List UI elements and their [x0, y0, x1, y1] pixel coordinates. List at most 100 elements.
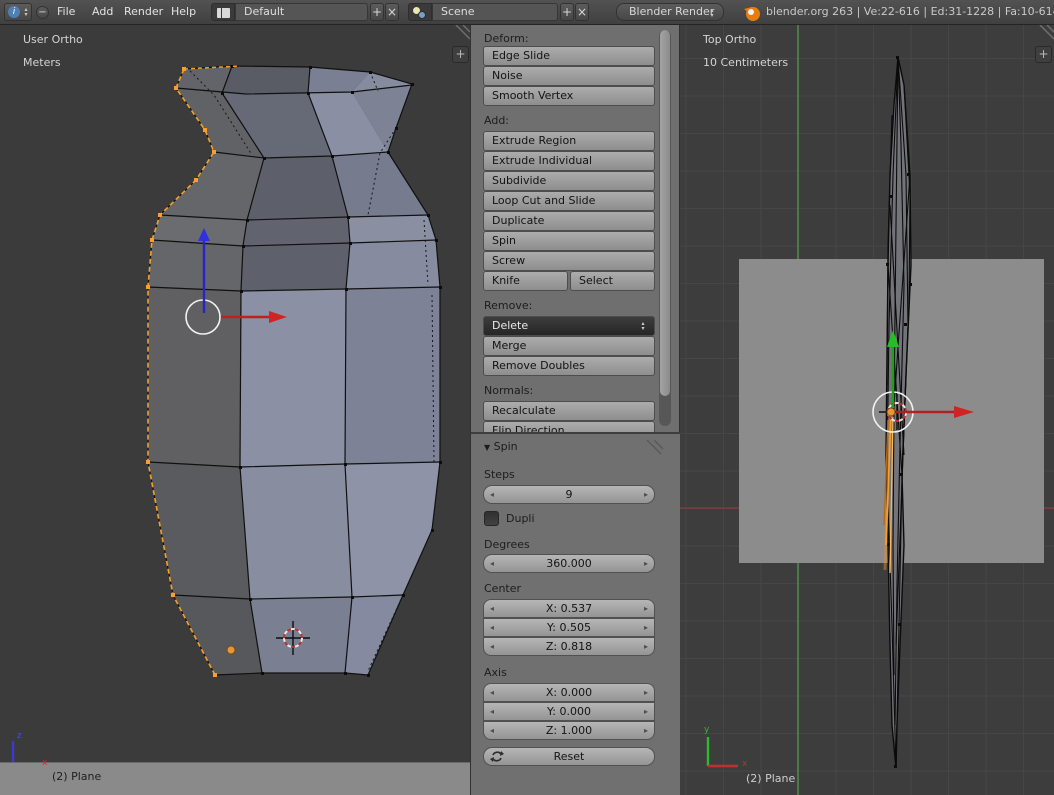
chevron-up-down-icon: ▴▾ [708, 8, 716, 18]
degrees-slider[interactable]: ◂ 360.000 ▸ [483, 554, 655, 573]
edge-slide-button[interactable]: Edge Slide [483, 46, 655, 66]
remove-doubles-button[interactable]: Remove Doubles [483, 356, 655, 376]
increment-icon[interactable]: ▸ [644, 638, 648, 655]
top-view-scene [680, 25, 1054, 795]
loop-cut-and-slide-button[interactable]: Loop Cut and Slide [483, 191, 655, 211]
menu-render[interactable]: Render [124, 5, 163, 18]
view-name-label: User Ortho [23, 33, 83, 46]
decrement-icon[interactable]: ◂ [490, 684, 494, 701]
decrement-icon[interactable]: ◂ [490, 486, 494, 503]
spin-button[interactable]: Spin [483, 231, 655, 251]
decrement-icon[interactable]: ◂ [490, 555, 494, 572]
flip-direction-button[interactable]: Flip Direction [483, 421, 655, 432]
increment-icon[interactable]: ▸ [644, 486, 648, 503]
axis-x-slider[interactable]: ◂X: 0.000▸ [483, 683, 655, 702]
extrude-individual-button[interactable]: Extrude Individual [483, 151, 655, 171]
view-name-label: Top Ortho [703, 33, 756, 46]
reset-button[interactable]: Reset [483, 747, 655, 766]
screw-button[interactable]: Screw [483, 251, 655, 271]
scrollbar-thumb[interactable] [660, 30, 670, 396]
delete-dropdown[interactable]: Delete ▴▾ [483, 316, 655, 336]
recalculate-button[interactable]: Recalculate [483, 401, 655, 421]
info-icon: i [8, 6, 20, 18]
menu-file[interactable]: File [57, 5, 75, 18]
render-engine-dropdown[interactable]: Blender Render ▴▾ [616, 3, 724, 21]
menu-add[interactable]: Add [92, 5, 113, 18]
panel-drag-grip[interactable] [643, 438, 665, 456]
increment-icon[interactable]: ▸ [644, 722, 648, 739]
increment-icon[interactable]: ▸ [644, 703, 648, 720]
select-button[interactable]: Select [570, 271, 655, 291]
increment-icon[interactable]: ▸ [644, 600, 648, 617]
center-z-slider[interactable]: ◂Z: 0.818▸ [483, 637, 655, 656]
chevron-up-down-icon: ▴▾ [22, 7, 30, 17]
y-axis-label: y [704, 725, 709, 735]
knife-button[interactable]: Knife [483, 271, 568, 291]
decrement-icon[interactable]: ◂ [490, 703, 494, 720]
layout-icon [217, 8, 230, 18]
axis-y-slider[interactable]: ◂Y: 0.000▸ [483, 702, 655, 721]
screen-layout-field[interactable]: Default [235, 3, 368, 21]
merge-button[interactable]: Merge [483, 336, 655, 356]
panel-header-spin[interactable]: ▼ Spin [484, 440, 518, 453]
close-layout-button[interactable]: × [385, 3, 399, 21]
axis-z-slider[interactable]: ◂Z: 1.000▸ [483, 721, 655, 740]
subdivide-button[interactable]: Subdivide [483, 171, 655, 191]
normals-section-label: Normals: [484, 384, 533, 397]
decrement-icon[interactable]: ◂ [490, 600, 494, 617]
tool-shelf-scrollbar[interactable] [659, 30, 671, 426]
disclosure-triangle-icon: ▼ [484, 443, 490, 452]
axis-gizmo [708, 737, 738, 766]
decrement-icon[interactable]: ◂ [490, 619, 494, 636]
center-y-slider[interactable]: ◂Y: 0.505▸ [483, 618, 655, 637]
tool-shelf-scroll-region[interactable]: Deform: Edge Slide Noise Smooth Vertex A… [471, 25, 681, 432]
menu-help[interactable]: Help [171, 5, 196, 18]
layout-icon-divider [221, 8, 222, 18]
expand-properties-button[interactable]: + [452, 46, 469, 63]
operator-redo-panel: ▼ Spin Steps ◂ 9 ▸ Dupli Degrees ◂ 360.0… [471, 432, 681, 795]
dupli-checkbox[interactable] [484, 511, 499, 526]
viewport-top-ortho[interactable]: Top Ortho 10 Centimeters y x (2) Plane + [680, 25, 1054, 795]
add-scene-button[interactable]: + [560, 3, 574, 21]
active-object-label: (2) Plane [746, 772, 795, 785]
editor-type-button[interactable]: i ▴▾ [4, 3, 32, 21]
blender-logo-icon [742, 3, 762, 23]
decrement-icon[interactable]: ◂ [490, 638, 494, 655]
active-object-label: (2) Plane [52, 770, 101, 783]
steps-label: Steps [484, 468, 515, 481]
corner-grip[interactable] [1040, 25, 1054, 39]
remove-section-label: Remove: [484, 299, 532, 312]
tool-shelf: Deform: Edge Slide Noise Smooth Vertex A… [470, 25, 680, 795]
steps-slider[interactable]: ◂ 9 ▸ [483, 485, 655, 504]
collapse-menus-button[interactable]: − [36, 6, 49, 19]
info-header: i ▴▾ − File Add Render Help Default + × … [0, 0, 1054, 25]
view-scale-label: 10 Centimeters [703, 56, 788, 69]
dupli-label: Dupli [506, 512, 535, 525]
deform-section-label: Deform: [484, 32, 529, 45]
chevron-up-down-icon: ▴▾ [639, 321, 647, 331]
scene-statistics: blender.org 263 | Ve:22-616 | Ed:31-1228… [766, 5, 1054, 18]
increment-icon[interactable]: ▸ [644, 555, 648, 572]
duplicate-button[interactable]: Duplicate [483, 211, 655, 231]
close-scene-button[interactable]: × [575, 3, 589, 21]
extrude-region-button[interactable]: Extrude Region [483, 131, 655, 151]
expand-properties-button[interactable]: + [1035, 46, 1052, 63]
decrement-icon[interactable]: ◂ [490, 722, 494, 739]
scene-field[interactable]: Scene [432, 3, 558, 21]
noise-button[interactable]: Noise [483, 66, 655, 86]
scene-icon-sphere [418, 11, 426, 19]
increment-icon[interactable]: ▸ [644, 619, 648, 636]
corner-grip[interactable] [456, 25, 470, 39]
center-label: Center [484, 582, 521, 595]
add-layout-button[interactable]: + [370, 3, 384, 21]
increment-icon[interactable]: ▸ [644, 684, 648, 701]
z-axis-label: z [17, 731, 22, 741]
add-section-label: Add: [484, 114, 509, 127]
smooth-vertex-button[interactable]: Smooth Vertex [483, 86, 655, 106]
vase-mesh-edit-mode [0, 25, 470, 795]
screen-layout-icon-box [211, 3, 235, 21]
axis-label: Axis [484, 666, 507, 679]
object-origin-dot [887, 408, 895, 416]
viewport-user-ortho[interactable]: User Ortho Meters z x (2) Plane + [0, 25, 470, 795]
center-x-slider[interactable]: ◂X: 0.537▸ [483, 599, 655, 618]
